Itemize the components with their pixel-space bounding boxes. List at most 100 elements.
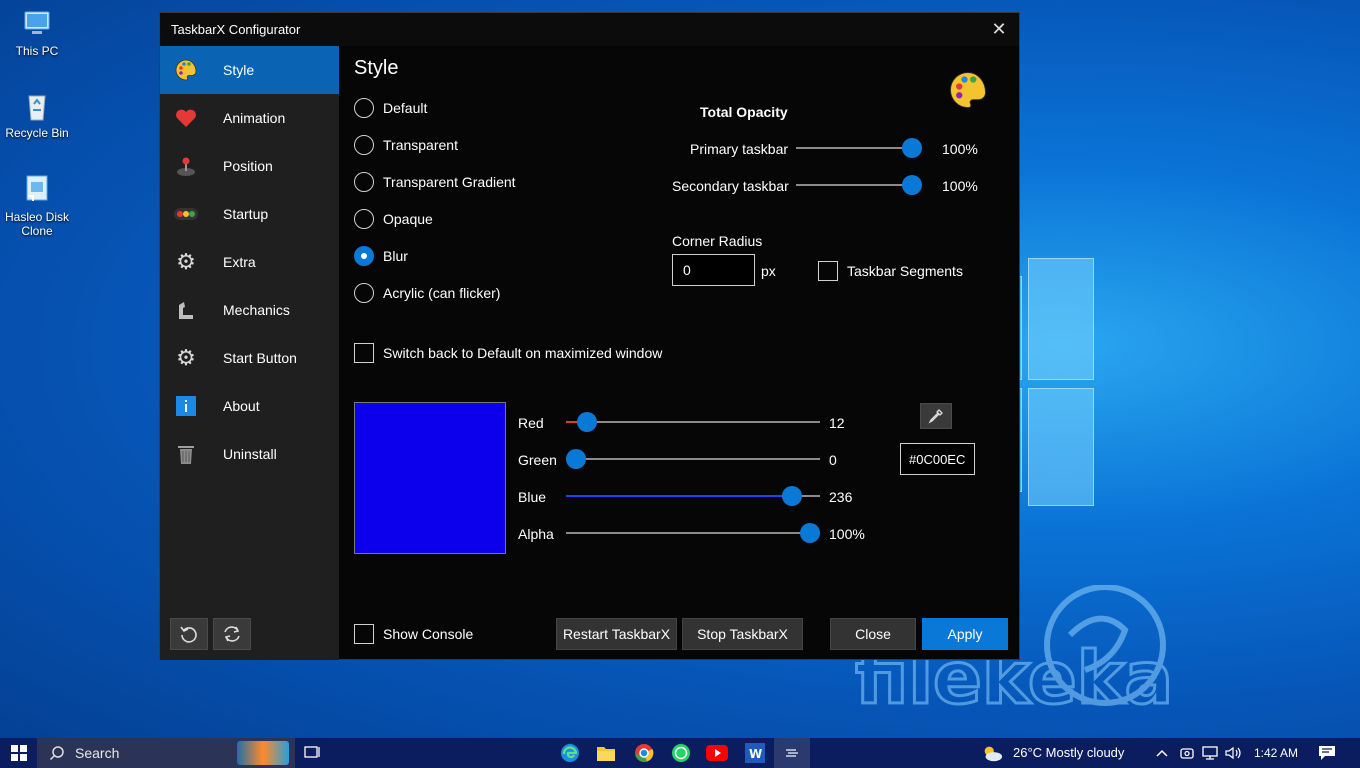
radio-transparent-gradient[interactable]: Transparent Gradient [354, 172, 516, 192]
green-slider[interactable] [566, 449, 820, 469]
radio-label: Acrylic (can flicker) [383, 285, 501, 301]
sidebar-item-extra[interactable]: ⚙ Extra [160, 238, 339, 286]
radio-default[interactable]: Default [354, 98, 427, 118]
weather-icon[interactable] [981, 742, 1003, 764]
sidebar-item-about[interactable]: About [160, 382, 339, 430]
clock-time[interactable]: 1:42 AM [1254, 746, 1298, 760]
refresh-button[interactable] [213, 618, 251, 650]
style-panel: Style Default Transparent Transparent Gr… [339, 46, 1019, 660]
page-title: Style [354, 57, 399, 79]
switch-back-checkbox[interactable]: Switch back to Default on maximized wind… [354, 343, 662, 363]
slider-track [566, 421, 820, 423]
word-icon[interactable]: W [744, 742, 766, 764]
radio-circle [354, 98, 374, 118]
desktop-icon-hasleo[interactable]: Hasleo Disk Clone [0, 174, 74, 238]
slider-thumb[interactable] [566, 449, 586, 469]
stop-taskbarx-button[interactable]: Stop TaskbarX [682, 618, 803, 650]
close-button[interactable]: Close [830, 618, 916, 650]
primary-opacity-slider[interactable] [796, 138, 922, 158]
desktop-icon-recycle-bin[interactable]: Recycle Bin [0, 90, 74, 140]
whatsapp-icon[interactable] [670, 742, 692, 764]
checkbox-label: Taskbar Segments [847, 263, 963, 279]
hex-color-input[interactable]: #0C00EC [900, 443, 975, 475]
restart-taskbarx-button[interactable]: Restart TaskbarX [556, 618, 677, 650]
radio-acrylic[interactable]: Acrylic (can flicker) [354, 283, 500, 303]
window-close-button[interactable]: ✕ [989, 19, 1009, 39]
heart-icon [173, 105, 199, 131]
chrome-icon[interactable] [633, 742, 655, 764]
sidebar-item-mechanics[interactable]: Mechanics [160, 286, 339, 334]
checkbox-box [354, 624, 374, 644]
chevron-up-icon[interactable] [1151, 742, 1173, 764]
notifications-icon[interactable] [1316, 742, 1338, 764]
palette-icon [947, 69, 989, 116]
corner-radius-input[interactable]: 0 [672, 254, 755, 286]
arm-icon [173, 297, 199, 323]
radio-label: Transparent [383, 137, 458, 153]
sidebar-item-animation[interactable]: Animation [160, 94, 339, 142]
eyedropper-button[interactable] [920, 403, 952, 429]
alpha-label: Alpha [518, 526, 554, 542]
color-preview-swatch [354, 402, 506, 554]
disk-clone-icon [19, 174, 55, 206]
start-button[interactable] [0, 738, 37, 768]
show-console-checkbox[interactable]: Show Console [354, 624, 473, 644]
sidebar-item-startup[interactable]: Startup [160, 190, 339, 238]
radio-transparent[interactable]: Transparent [354, 135, 458, 155]
recycle-bin-icon [19, 90, 55, 122]
network-icon[interactable] [1199, 742, 1221, 764]
checkbox-box [818, 261, 838, 281]
secondary-taskbar-label: Secondary taskbar [672, 178, 789, 194]
volume-icon[interactable] [1222, 742, 1244, 764]
edge-icon[interactable] [559, 742, 581, 764]
primary-taskbar-label: Primary taskbar [690, 141, 789, 157]
radio-circle [354, 172, 374, 192]
desktop-icon-this-pc[interactable]: This PC [0, 8, 74, 58]
radio-opaque[interactable]: Opaque [354, 209, 433, 229]
red-slider[interactable] [566, 412, 820, 432]
apply-button[interactable]: Apply [922, 618, 1008, 650]
radio-label: Blur [383, 248, 408, 264]
slider-thumb[interactable] [902, 175, 922, 195]
blue-label: Blue [518, 489, 547, 505]
slider-thumb[interactable] [576, 412, 597, 432]
joystick-icon [173, 153, 199, 179]
window-title: TaskbarX Configurator [171, 22, 301, 37]
slider-thumb[interactable] [800, 523, 820, 543]
refresh-icon [224, 626, 240, 642]
sidebar-item-style[interactable]: Style [160, 46, 339, 94]
radio-circle [354, 209, 374, 229]
trash-icon [173, 441, 199, 467]
undo-button[interactable] [170, 618, 208, 650]
slider-thumb[interactable] [782, 486, 803, 506]
alpha-slider[interactable] [566, 523, 820, 543]
radio-label: Transparent Gradient [383, 174, 516, 190]
sidebar-item-label: About [223, 398, 260, 414]
weather-text[interactable]: 26°C Mostly cloudy [1013, 745, 1124, 760]
search-highlight-icon [237, 741, 289, 765]
primary-opacity-value: 100% [942, 141, 978, 157]
secondary-opacity-slider[interactable] [796, 175, 922, 195]
radio-label: Default [383, 100, 428, 116]
task-view-icon[interactable] [302, 742, 324, 764]
slider-thumb[interactable] [902, 138, 922, 158]
sidebar-item-start-button[interactable]: ⚙ Start Button [160, 334, 339, 382]
file-explorer-icon[interactable] [595, 742, 617, 764]
window-titlebar: TaskbarX Configurator ✕ [160, 13, 1019, 46]
radio-blur[interactable]: Blur [354, 246, 408, 266]
sidebar-item-position[interactable]: Position [160, 142, 339, 190]
blue-slider[interactable] [566, 486, 820, 506]
sidebar-item-label: Start Button [223, 350, 297, 366]
youtube-icon[interactable] [706, 742, 728, 764]
secondary-opacity-value: 100% [942, 178, 978, 194]
camera-icon[interactable] [1176, 742, 1198, 764]
checkbox-label: Switch back to Default on maximized wind… [383, 345, 663, 361]
gear-icon: ⚙ [176, 249, 196, 274]
sidebar-item-label: Animation [223, 110, 286, 126]
sidebar-item-uninstall[interactable]: Uninstall [160, 430, 339, 478]
search-icon [49, 746, 64, 761]
svg-text:W: W [749, 747, 762, 761]
taskbar-segments-checkbox[interactable]: Taskbar Segments [818, 261, 963, 281]
taskbarx-running-icon[interactable] [774, 738, 810, 768]
taskbar-search-box[interactable]: Search [37, 738, 295, 768]
